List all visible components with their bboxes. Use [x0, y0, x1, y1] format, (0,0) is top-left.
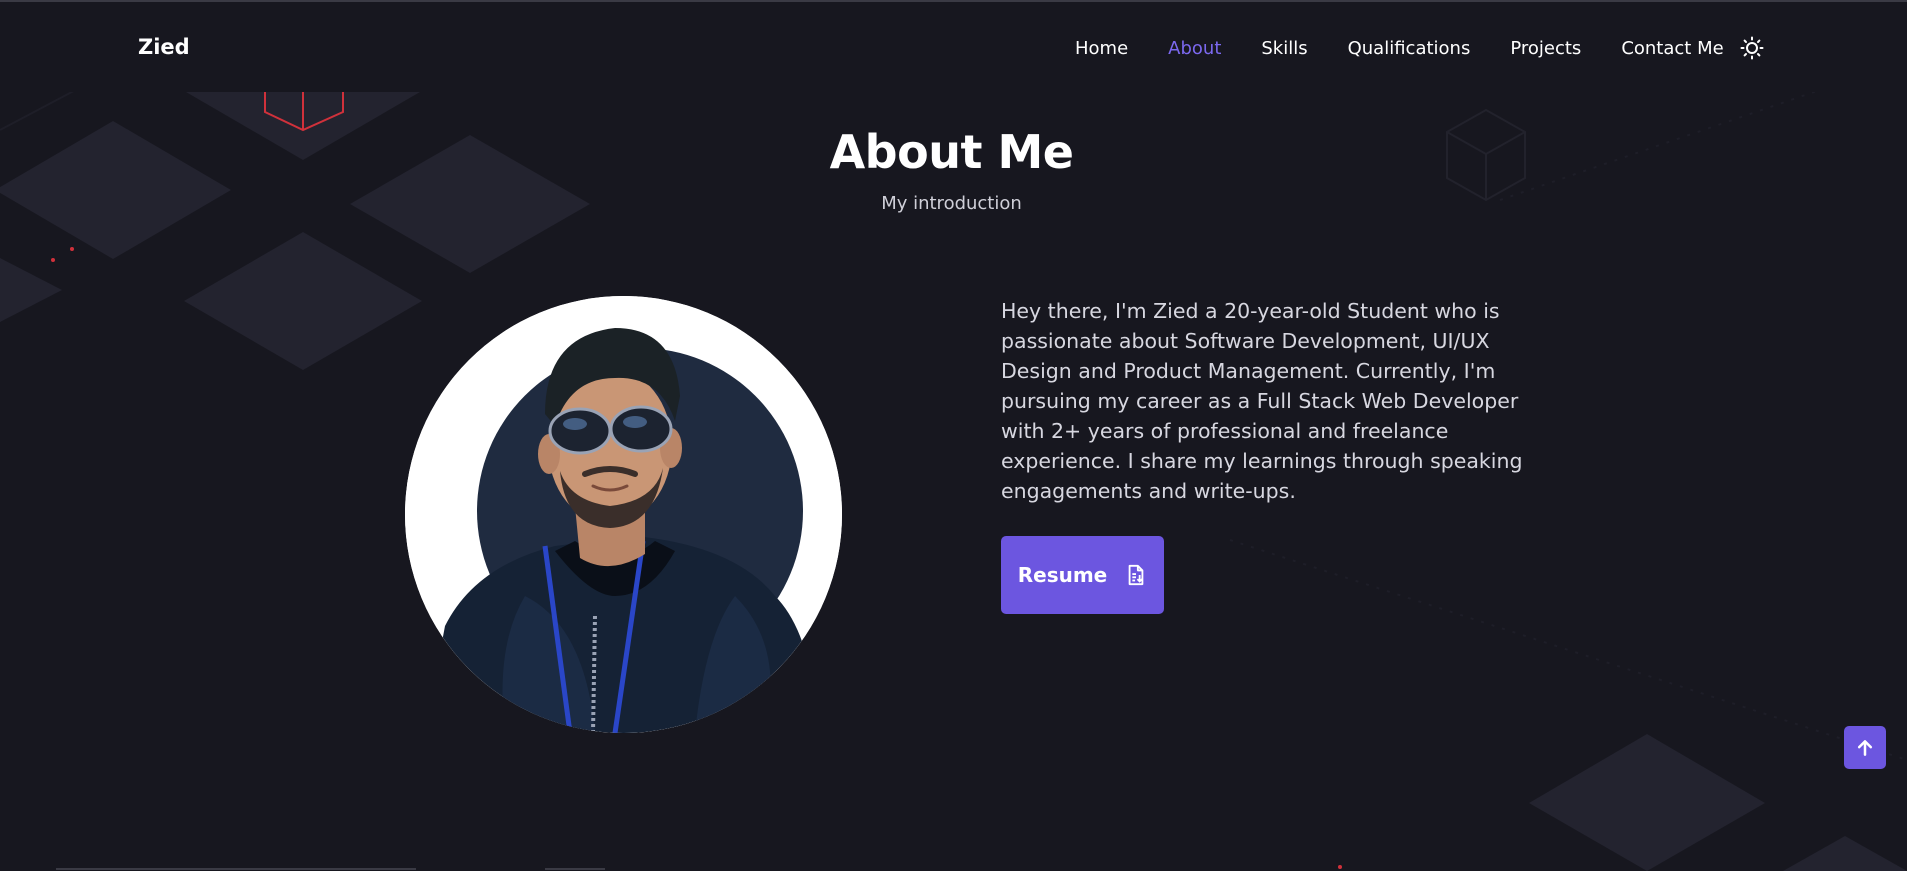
- section-subtitle: My introduction: [881, 193, 1022, 214]
- nav-item-qualifications[interactable]: Qualifications: [1348, 38, 1471, 59]
- nav-item-home[interactable]: Home: [1075, 38, 1128, 59]
- profile-photo-illustration: [405, 296, 842, 733]
- nav-item-projects[interactable]: Projects: [1510, 38, 1581, 59]
- about-description: Hey there, I'm Zied a 20-year-old Studen…: [1001, 299, 1523, 503]
- bottom-divider: [56, 868, 416, 870]
- sun-icon[interactable]: [1740, 36, 1764, 60]
- arrow-up-icon: [1857, 739, 1873, 756]
- resume-button[interactable]: Resume: [1001, 536, 1164, 614]
- section-title: About Me: [829, 125, 1074, 179]
- nav-item-skills[interactable]: Skills: [1261, 38, 1307, 59]
- brand-logo[interactable]: Zied: [138, 35, 190, 59]
- page: Zied Home About Skills Qualifications Pr…: [0, 0, 1907, 871]
- document-download-icon: [1128, 564, 1144, 586]
- nav-item-contact[interactable]: Contact Me: [1621, 38, 1723, 59]
- bottom-divider: [545, 868, 605, 870]
- profile-photo: [405, 296, 842, 733]
- scroll-top-button[interactable]: [1844, 726, 1886, 769]
- resume-button-label: Resume: [1017, 563, 1108, 587]
- main-nav: Home About Skills Qualifications Project…: [1075, 38, 1764, 59]
- navbar: Zied Home About Skills Qualifications Pr…: [0, 0, 1907, 92]
- nav-item-about[interactable]: About: [1168, 38, 1221, 59]
